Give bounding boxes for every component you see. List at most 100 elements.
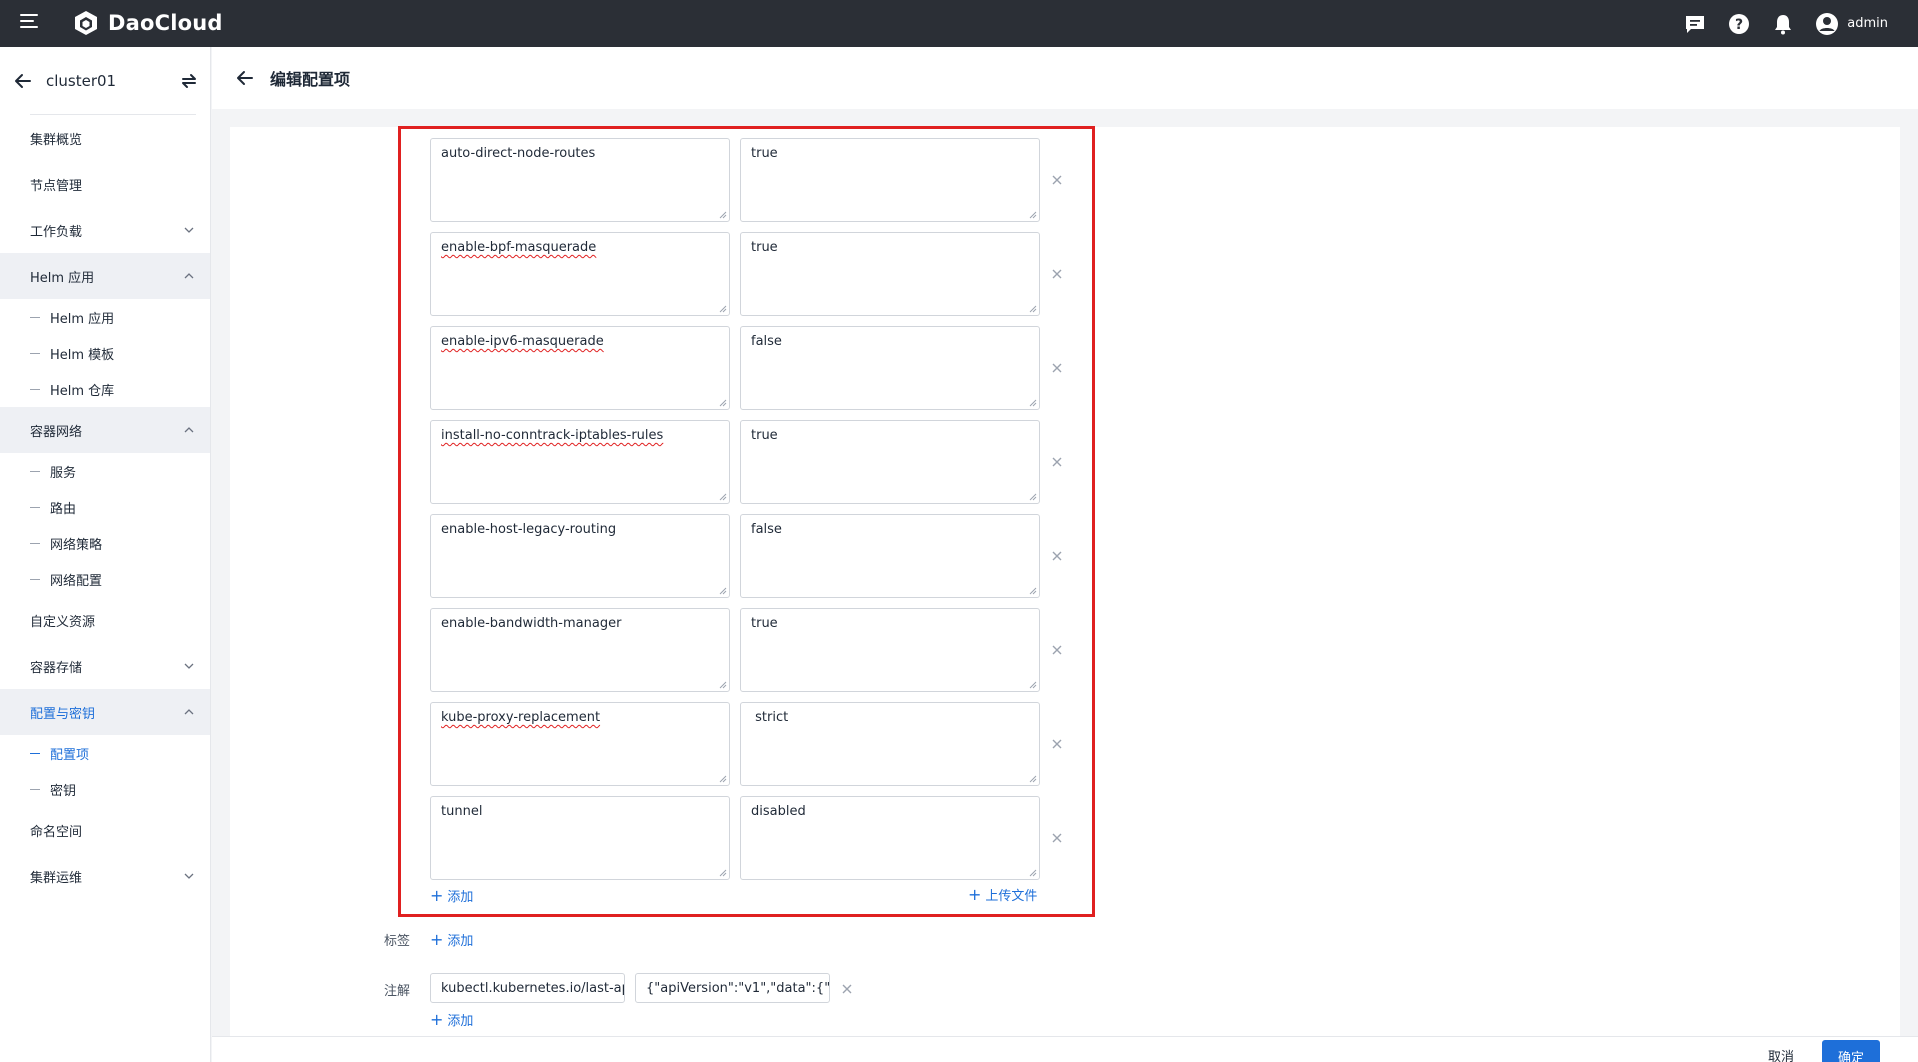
sidebar-item-label: 网络策略	[50, 537, 103, 553]
menu-icon[interactable]	[20, 14, 40, 30]
sidebar-subitem-configmaps[interactable]: 配置项	[0, 735, 210, 771]
plus-icon: +	[430, 929, 444, 949]
config-value-input[interactable]: false	[740, 514, 1040, 598]
plus-icon: +	[430, 885, 444, 905]
sidebar-item-label: Helm 应用	[30, 270, 95, 286]
config-key-input[interactable]: auto-direct-node-routes	[430, 138, 730, 222]
sidebar-item-helm[interactable]: Helm 应用	[0, 253, 210, 299]
config-value-input[interactable]: false	[740, 326, 1040, 410]
config-value-text: true	[751, 146, 778, 161]
sidebar-subitem-network-config[interactable]: 网络配置	[0, 561, 210, 597]
sidebar-item-label: 密钥	[50, 783, 77, 799]
close-icon[interactable]	[1050, 361, 1064, 375]
sidebar-subitem-routes[interactable]: 路由	[0, 489, 210, 525]
config-value-input[interactable]: true	[740, 608, 1040, 692]
message-icon[interactable]	[1683, 12, 1707, 36]
config-value-input[interactable]: disabled	[740, 796, 1040, 880]
sidebar-item-label: 节点管理	[30, 178, 83, 194]
config-key-input[interactable]: install-no-conntrack-iptables-rules	[430, 420, 730, 504]
add-annotation-button[interactable]: + 添加	[430, 1010, 473, 1029]
close-icon[interactable]	[1050, 831, 1064, 845]
config-value-input[interactable]: strict	[740, 702, 1040, 786]
close-icon[interactable]	[1050, 267, 1064, 281]
config-value-text: true	[751, 616, 778, 631]
sidebar-item-network[interactable]: 容器网络	[0, 407, 210, 453]
confirm-button[interactable]: 确定	[1822, 1040, 1880, 1062]
sidebar-item-config-secrets[interactable]: 配置与密钥	[0, 689, 210, 735]
config-key-text: enable-host-legacy-routing	[441, 522, 617, 537]
plus-icon: +	[968, 884, 982, 904]
sidebar-item-label: 集群运维	[30, 870, 83, 886]
sidebar-item-label: 集群概览	[30, 132, 83, 148]
config-key-input[interactable]: enable-bandwidth-manager	[430, 608, 730, 692]
sidebar-item-label: 配置与密钥	[30, 706, 96, 722]
sidebar-item-label: Helm 仓库	[50, 383, 115, 399]
sidebar-item-namespaces[interactable]: 命名空间	[0, 807, 210, 853]
page-header: 编辑配置项	[212, 47, 1918, 109]
labels-label: 标签	[384, 934, 411, 949]
config-key-text: tunnel	[441, 804, 483, 819]
sidebar-subitem-helm-templates[interactable]: Helm 模板	[0, 335, 210, 371]
sidebar-item-label: 自定义资源	[30, 614, 96, 630]
config-key-input[interactable]: enable-host-legacy-routing	[430, 514, 730, 598]
sidebar-item-label: 工作负载	[30, 224, 83, 240]
config-value-text: disabled	[751, 804, 806, 819]
sidebar-item-nodes[interactable]: 节点管理	[0, 161, 210, 207]
sidebar-subitem-helm-repos[interactable]: Helm 仓库	[0, 371, 210, 407]
config-key-text: enable-bandwidth-manager	[441, 616, 622, 631]
sidebar-item-label: 配置项	[50, 747, 90, 763]
add-label-label: 添加	[447, 934, 474, 949]
close-icon[interactable]	[1050, 549, 1064, 563]
config-key-text: kube-proxy-replacement	[441, 710, 601, 725]
user-name: admin	[1847, 16, 1888, 31]
sidebar-item-custom-resources[interactable]: 自定义资源	[0, 597, 210, 643]
user-menu[interactable]: admin	[1815, 12, 1888, 36]
back-arrow-icon[interactable]	[14, 72, 32, 90]
brand[interactable]: DaoCloud	[72, 8, 223, 38]
sidebar-subitem-helm-apps[interactable]: Helm 应用	[0, 299, 210, 335]
back-arrow-icon[interactable]	[236, 69, 254, 87]
close-icon[interactable]	[1050, 737, 1064, 751]
close-icon[interactable]	[1050, 455, 1064, 469]
config-key-input[interactable]: kube-proxy-replacement	[430, 702, 730, 786]
plus-icon: +	[430, 1009, 444, 1029]
sidebar-item-workloads[interactable]: 工作负载	[0, 207, 210, 253]
cancel-button[interactable]: 取消	[1768, 1046, 1794, 1062]
add-data-button[interactable]: + 添加	[430, 886, 473, 905]
chevron-up-icon	[184, 709, 194, 715]
sidebar: cluster01 集群概览 节点管理 工作负载 Helm 应用 Helm 应用…	[0, 47, 211, 1062]
upload-file-button[interactable]: + 上传文件	[968, 885, 1037, 904]
config-key-input[interactable]: enable-ipv6-masquerade	[430, 326, 730, 410]
bell-icon[interactable]	[1771, 12, 1795, 36]
chevron-down-icon	[184, 663, 194, 669]
config-value-input[interactable]: true	[740, 420, 1040, 504]
config-key-input[interactable]: enable-bpf-masquerade	[430, 232, 730, 316]
sidebar-item-cluster-ops[interactable]: 集群运维	[0, 853, 210, 899]
sidebar-item-storage[interactable]: 容器存储	[0, 643, 210, 689]
close-icon[interactable]	[840, 982, 854, 996]
config-value-input[interactable]: true	[740, 232, 1040, 316]
config-value-text: true	[751, 428, 778, 443]
close-icon[interactable]	[1050, 173, 1064, 187]
switch-cluster-icon[interactable]	[180, 72, 198, 90]
help-icon[interactable]: ?	[1727, 12, 1751, 36]
cluster-name: cluster01	[46, 72, 117, 90]
add-annotation-label: 添加	[447, 1014, 474, 1029]
sidebar-item-label: Helm 模板	[50, 347, 115, 363]
daocloud-logo-icon	[75, 11, 97, 35]
config-key-input[interactable]: tunnel	[430, 796, 730, 880]
config-value-text: strict	[751, 710, 789, 725]
annotation-value-input[interactable]: {"apiVersion":"v1","data":{"age	[635, 973, 830, 1003]
brand-name: DaoCloud	[108, 11, 223, 35]
sidebar-subitem-network-policies[interactable]: 网络策略	[0, 525, 210, 561]
config-value-input[interactable]: true	[740, 138, 1040, 222]
config-key-text: enable-ipv6-masquerade	[441, 334, 604, 349]
sidebar-subitem-services[interactable]: 服务	[0, 453, 210, 489]
top-actions: ? admin	[1663, 0, 1888, 47]
config-value-text: false	[751, 522, 782, 537]
sidebar-subitem-secrets[interactable]: 密钥	[0, 771, 210, 807]
close-icon[interactable]	[1050, 643, 1064, 657]
annotation-key-input[interactable]: kubectl.kubernetes.io/last-app	[430, 973, 625, 1003]
add-label-button[interactable]: + 添加	[430, 930, 473, 949]
sidebar-item-cluster-overview[interactable]: 集群概览	[0, 115, 210, 161]
